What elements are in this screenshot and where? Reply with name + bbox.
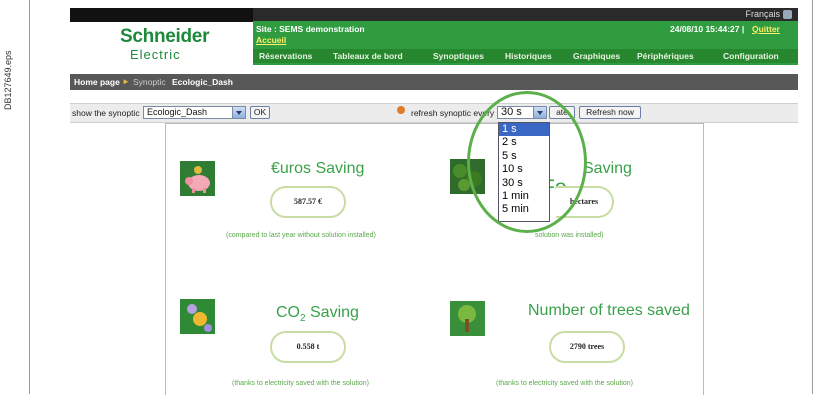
- main-nav: Réservations Tableaux de bord Synoptique…: [253, 49, 798, 63]
- refresh-interval-select[interactable]: 30 s: [497, 106, 547, 119]
- refresh-interval-options[interactable]: 1 s 2 s 5 s 10 s 30 s 1 min 5 min: [498, 122, 550, 222]
- breadcrumb-current: Ecologic_Dash: [172, 77, 233, 87]
- site-name: Site : SEMS demonstration: [256, 24, 365, 34]
- tree-icon: [450, 301, 485, 336]
- synoptic-toolbar: show the synoptic Ecologic_Dash OK refre…: [70, 103, 798, 123]
- co2-saving-title: CO2 Saving: [276, 304, 359, 325]
- nav-item-graphiques[interactable]: Graphiques: [573, 51, 620, 61]
- euros-saving-note: (compared to last year without solution …: [226, 232, 376, 239]
- language-selector[interactable]: Français: [745, 9, 792, 20]
- nav-item-synoptiques[interactable]: Synoptiques: [433, 51, 484, 61]
- breadcrumb: Home page ► Synoptic Ecologic_Dash: [70, 74, 798, 90]
- accueil-link[interactable]: Accueil: [256, 35, 286, 45]
- breadcrumb-home-link[interactable]: Home page: [74, 77, 120, 87]
- nav-item-reservations[interactable]: Réservations: [259, 51, 312, 61]
- euros-saving-value: 587.57 €: [270, 186, 346, 218]
- trees-saved-value: 2790 trees: [549, 331, 625, 363]
- language-label: Français: [745, 9, 780, 19]
- breadcrumb-arrow-icon: ►: [122, 77, 130, 86]
- option-1s[interactable]: 1 s: [499, 123, 549, 137]
- option-1min[interactable]: 1 min: [499, 190, 549, 203]
- nav-item-historiques[interactable]: Historiques: [505, 51, 552, 61]
- nav-item-tableaux[interactable]: Tableaux de bord: [333, 51, 403, 61]
- nav-item-configuration[interactable]: Configuration: [723, 51, 779, 61]
- logo-brand: Schneider: [120, 26, 210, 47]
- refresh-interval-value: 30 s: [501, 106, 522, 118]
- synoptic-select[interactable]: Ecologic_Dash: [143, 106, 246, 119]
- co2-saving-value: 0.558 t: [270, 331, 346, 363]
- euros-saving-title: €uros Saving: [271, 160, 365, 177]
- option-30s[interactable]: 30 s: [499, 177, 549, 190]
- language-dropdown-icon[interactable]: [783, 10, 792, 20]
- document-id-label: DB127649.eps: [3, 50, 13, 110]
- option-2s[interactable]: 2 s: [499, 136, 549, 149]
- nav-item-peripheriques[interactable]: Périphériques: [637, 51, 694, 61]
- update-button[interactable]: ate: [549, 106, 575, 119]
- datetime-display: 24/08/10 15:44:27 |: [670, 24, 745, 34]
- show-synoptic-label: show the synoptic: [72, 108, 140, 118]
- option-5min[interactable]: 5 min: [499, 203, 549, 216]
- refresh-now-button[interactable]: Refresh now: [579, 106, 641, 119]
- chevron-down-icon[interactable]: [533, 107, 546, 118]
- synoptic-select-value: Ecologic_Dash: [147, 107, 208, 117]
- header-top-strip: [253, 8, 798, 21]
- option-10s[interactable]: 10 s: [499, 163, 549, 176]
- refresh-every-label: refresh synoptic every: [411, 108, 495, 118]
- quit-link[interactable]: Quitter: [752, 24, 780, 34]
- piggy-bank-icon: [180, 161, 215, 196]
- trees-saved-note: (thanks to electricity saved with the so…: [496, 380, 633, 387]
- refresh-icon: [397, 106, 405, 114]
- molecule-icon: [180, 299, 215, 334]
- forest-saving-title: Saving: [583, 160, 632, 177]
- schneider-logo[interactable]: Schneider Electric: [70, 22, 253, 70]
- forest-saving-note: solution was installed): [535, 232, 604, 239]
- top-black-bar: [70, 8, 253, 22]
- chevron-down-icon[interactable]: [232, 107, 245, 118]
- ok-button[interactable]: OK: [250, 106, 270, 119]
- logo-subbrand: Electric: [130, 47, 181, 62]
- forest-icon: [450, 159, 485, 194]
- co2-saving-note: (thanks to electricity saved with the so…: [232, 380, 369, 387]
- forest-saving-value: hectares: [556, 186, 614, 218]
- breadcrumb-synoptic-link[interactable]: Synoptic: [133, 77, 166, 87]
- trees-saved-title: Number of trees saved: [528, 302, 690, 319]
- option-5s[interactable]: 5 s: [499, 150, 549, 163]
